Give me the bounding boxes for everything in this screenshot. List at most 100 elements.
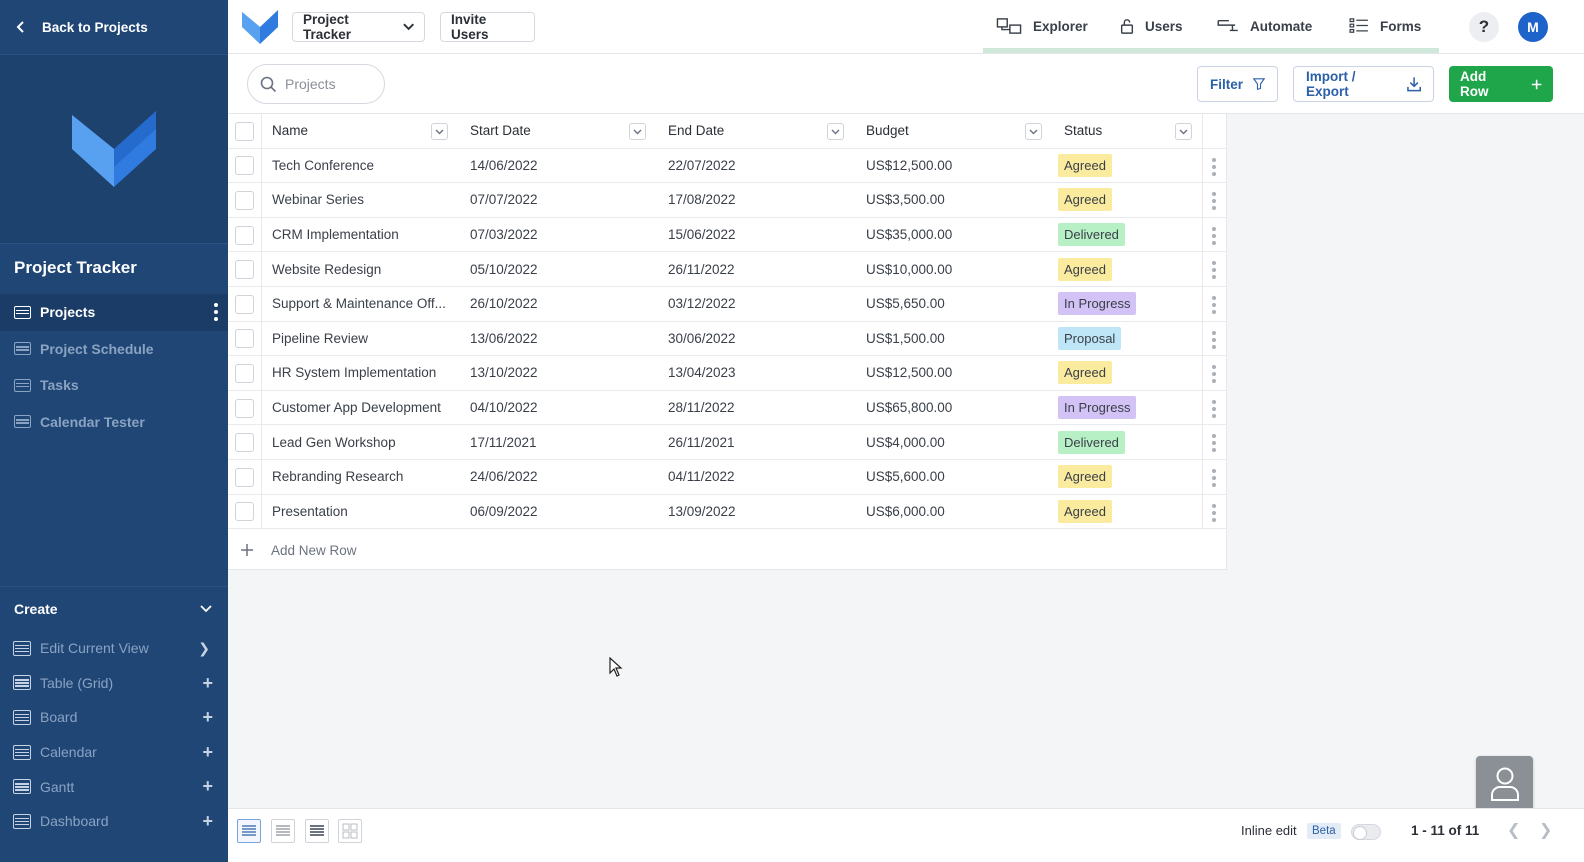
row-actions-icon[interactable] — [1212, 192, 1216, 211]
view-comfortable-button[interactable] — [237, 819, 261, 843]
row-actions-icon[interactable] — [1212, 330, 1216, 349]
end-cell[interactable]: 22/07/2022 — [668, 149, 858, 183]
help-button[interactable]: ? — [1469, 12, 1499, 42]
end-cell[interactable]: 13/04/2023 — [668, 356, 858, 390]
search-input[interactable] — [285, 76, 375, 92]
row-actions-icon[interactable] — [1212, 399, 1216, 418]
start-cell[interactable]: 13/10/2022 — [470, 356, 660, 390]
row-checkbox[interactable] — [235, 433, 254, 453]
budget-cell[interactable]: US$3,500.00 — [866, 183, 1056, 217]
name-cell[interactable]: Support & Maintenance Off... — [272, 287, 462, 321]
budget-cell[interactable]: US$10,000.00 — [866, 252, 1056, 286]
end-cell[interactable]: 26/11/2022 — [668, 252, 858, 286]
name-cell[interactable]: Presentation — [272, 495, 462, 529]
row-checkbox[interactable] — [235, 502, 254, 522]
more-options-icon[interactable] — [214, 303, 218, 321]
status-cell[interactable]: Delivered — [1058, 218, 1198, 252]
status-cell[interactable]: Agreed — [1058, 183, 1198, 217]
app-logo-icon[interactable] — [242, 10, 278, 44]
end-cell[interactable]: 03/12/2022 — [668, 287, 858, 321]
sidebar-item-calendar-tester[interactable]: Calendar Tester — [0, 404, 228, 441]
create-item-table-grid[interactable]: Table (Grid) + — [0, 666, 228, 701]
invite-users-button[interactable]: Invite Users — [440, 12, 535, 42]
budget-cell[interactable]: US$65,800.00 — [866, 391, 1056, 425]
end-cell[interactable]: 15/06/2022 — [668, 218, 858, 252]
name-cell[interactable]: HR System Implementation — [272, 356, 462, 390]
import-export-button[interactable]: Import / Export — [1293, 66, 1434, 102]
prev-page-icon[interactable]: ❮ — [1507, 823, 1520, 839]
create-item-gantt[interactable]: Gantt + — [0, 769, 228, 804]
status-cell[interactable]: Agreed — [1058, 149, 1198, 183]
row-checkbox[interactable] — [235, 260, 254, 280]
start-cell[interactable]: 07/07/2022 — [470, 183, 660, 217]
project-selector-dropdown[interactable]: Project Tracker — [292, 12, 425, 42]
row-actions-icon[interactable] — [1212, 469, 1216, 487]
inline-edit-toggle[interactable] — [1351, 824, 1381, 840]
row-checkbox[interactable] — [235, 156, 254, 176]
start-cell[interactable]: 26/10/2022 — [470, 287, 660, 321]
nav-automate[interactable]: Automate — [1216, 14, 1312, 38]
create-item-edit-current-view[interactable]: Edit Current View ❯ — [0, 631, 228, 666]
row-checkbox[interactable] — [235, 467, 254, 487]
name-cell[interactable]: CRM Implementation — [272, 218, 462, 252]
user-avatar[interactable]: M — [1518, 12, 1548, 42]
start-cell[interactable]: 24/06/2022 — [470, 460, 660, 494]
status-cell[interactable]: Proposal — [1058, 322, 1198, 356]
table-row[interactable]: Webinar Series 07/07/2022 17/08/2022 US$3,5… — [228, 183, 1227, 218]
row-checkbox[interactable] — [235, 329, 254, 349]
end-cell[interactable]: 04/11/2022 — [668, 460, 858, 494]
filter-button[interactable]: Filter — [1197, 66, 1278, 102]
table-row[interactable]: Presentation 06/09/2022 13/09/2022 US$6,000… — [228, 494, 1227, 530]
table-row[interactable]: HR System Implementation 13/10/2022 13/04/… — [228, 356, 1227, 391]
select-all-checkbox[interactable] — [235, 121, 254, 141]
support-chat-button[interactable] — [1476, 756, 1533, 812]
row-checkbox[interactable] — [235, 363, 254, 383]
create-item-board[interactable]: Board + — [0, 700, 228, 735]
create-item-calendar[interactable]: Calendar + — [0, 735, 228, 770]
sidebar-item-tasks[interactable]: Tasks — [0, 367, 228, 404]
view-dense-button[interactable] — [305, 819, 329, 843]
status-cell[interactable]: In Progress — [1058, 287, 1198, 321]
status-cell[interactable]: Agreed — [1058, 356, 1198, 390]
row-actions-icon[interactable] — [1212, 503, 1216, 522]
budget-cell[interactable]: US$12,500.00 — [866, 149, 1056, 183]
budget-cell[interactable]: US$5,650.00 — [866, 287, 1056, 321]
name-cell[interactable]: Tech Conference — [272, 149, 462, 183]
status-cell[interactable]: Agreed — [1058, 460, 1198, 494]
row-actions-icon[interactable] — [1212, 296, 1216, 314]
table-row[interactable]: Website Redesign 05/10/2022 26/11/2022 US$1… — [228, 252, 1227, 287]
end-cell[interactable]: 26/11/2021 — [668, 425, 858, 459]
nav-forms[interactable]: Forms — [1348, 14, 1421, 38]
budget-cell[interactable]: US$4,000.00 — [866, 425, 1056, 459]
create-item-dashboard[interactable]: Dashboard + — [0, 804, 228, 839]
row-actions-icon[interactable] — [1212, 157, 1216, 176]
status-cell[interactable]: Delivered — [1058, 425, 1198, 459]
name-cell[interactable]: Customer App Development — [272, 391, 462, 425]
table-row[interactable]: Rebranding Research 24/06/2022 04/11/2022 U… — [228, 460, 1227, 495]
name-cell[interactable]: Lead Gen Workshop — [272, 425, 462, 459]
start-cell[interactable]: 05/10/2022 — [470, 252, 660, 286]
row-actions-icon[interactable] — [1212, 434, 1216, 453]
end-cell[interactable]: 28/11/2022 — [668, 391, 858, 425]
start-cell[interactable]: 06/09/2022 — [470, 495, 660, 529]
end-cell[interactable]: 13/09/2022 — [668, 495, 858, 529]
column-header-status[interactable]: Status — [1064, 114, 1184, 148]
view-compact-button[interactable] — [271, 819, 295, 843]
status-cell[interactable]: Agreed — [1058, 252, 1198, 286]
view-cards-button[interactable] — [338, 819, 362, 843]
back-to-projects-link[interactable]: Back to Projects — [14, 16, 148, 38]
budget-cell[interactable]: US$12,500.00 — [866, 356, 1056, 390]
add-row-button[interactable]: Add Row — [1449, 66, 1553, 102]
column-menu-button[interactable] — [827, 123, 844, 140]
row-actions-icon[interactable] — [1212, 261, 1216, 280]
row-checkbox[interactable] — [235, 190, 254, 210]
search-box[interactable] — [247, 64, 385, 104]
create-section-header[interactable]: Create — [0, 587, 228, 631]
row-checkbox[interactable] — [235, 294, 254, 314]
start-cell[interactable]: 07/03/2022 — [470, 218, 660, 252]
start-cell[interactable]: 13/06/2022 — [470, 322, 660, 356]
column-menu-button[interactable] — [1025, 123, 1042, 140]
table-row[interactable]: Support & Maintenance Off... 26/10/2022 03… — [228, 287, 1227, 322]
budget-cell[interactable]: US$6,000.00 — [866, 495, 1056, 529]
row-actions-icon[interactable] — [1212, 226, 1216, 245]
